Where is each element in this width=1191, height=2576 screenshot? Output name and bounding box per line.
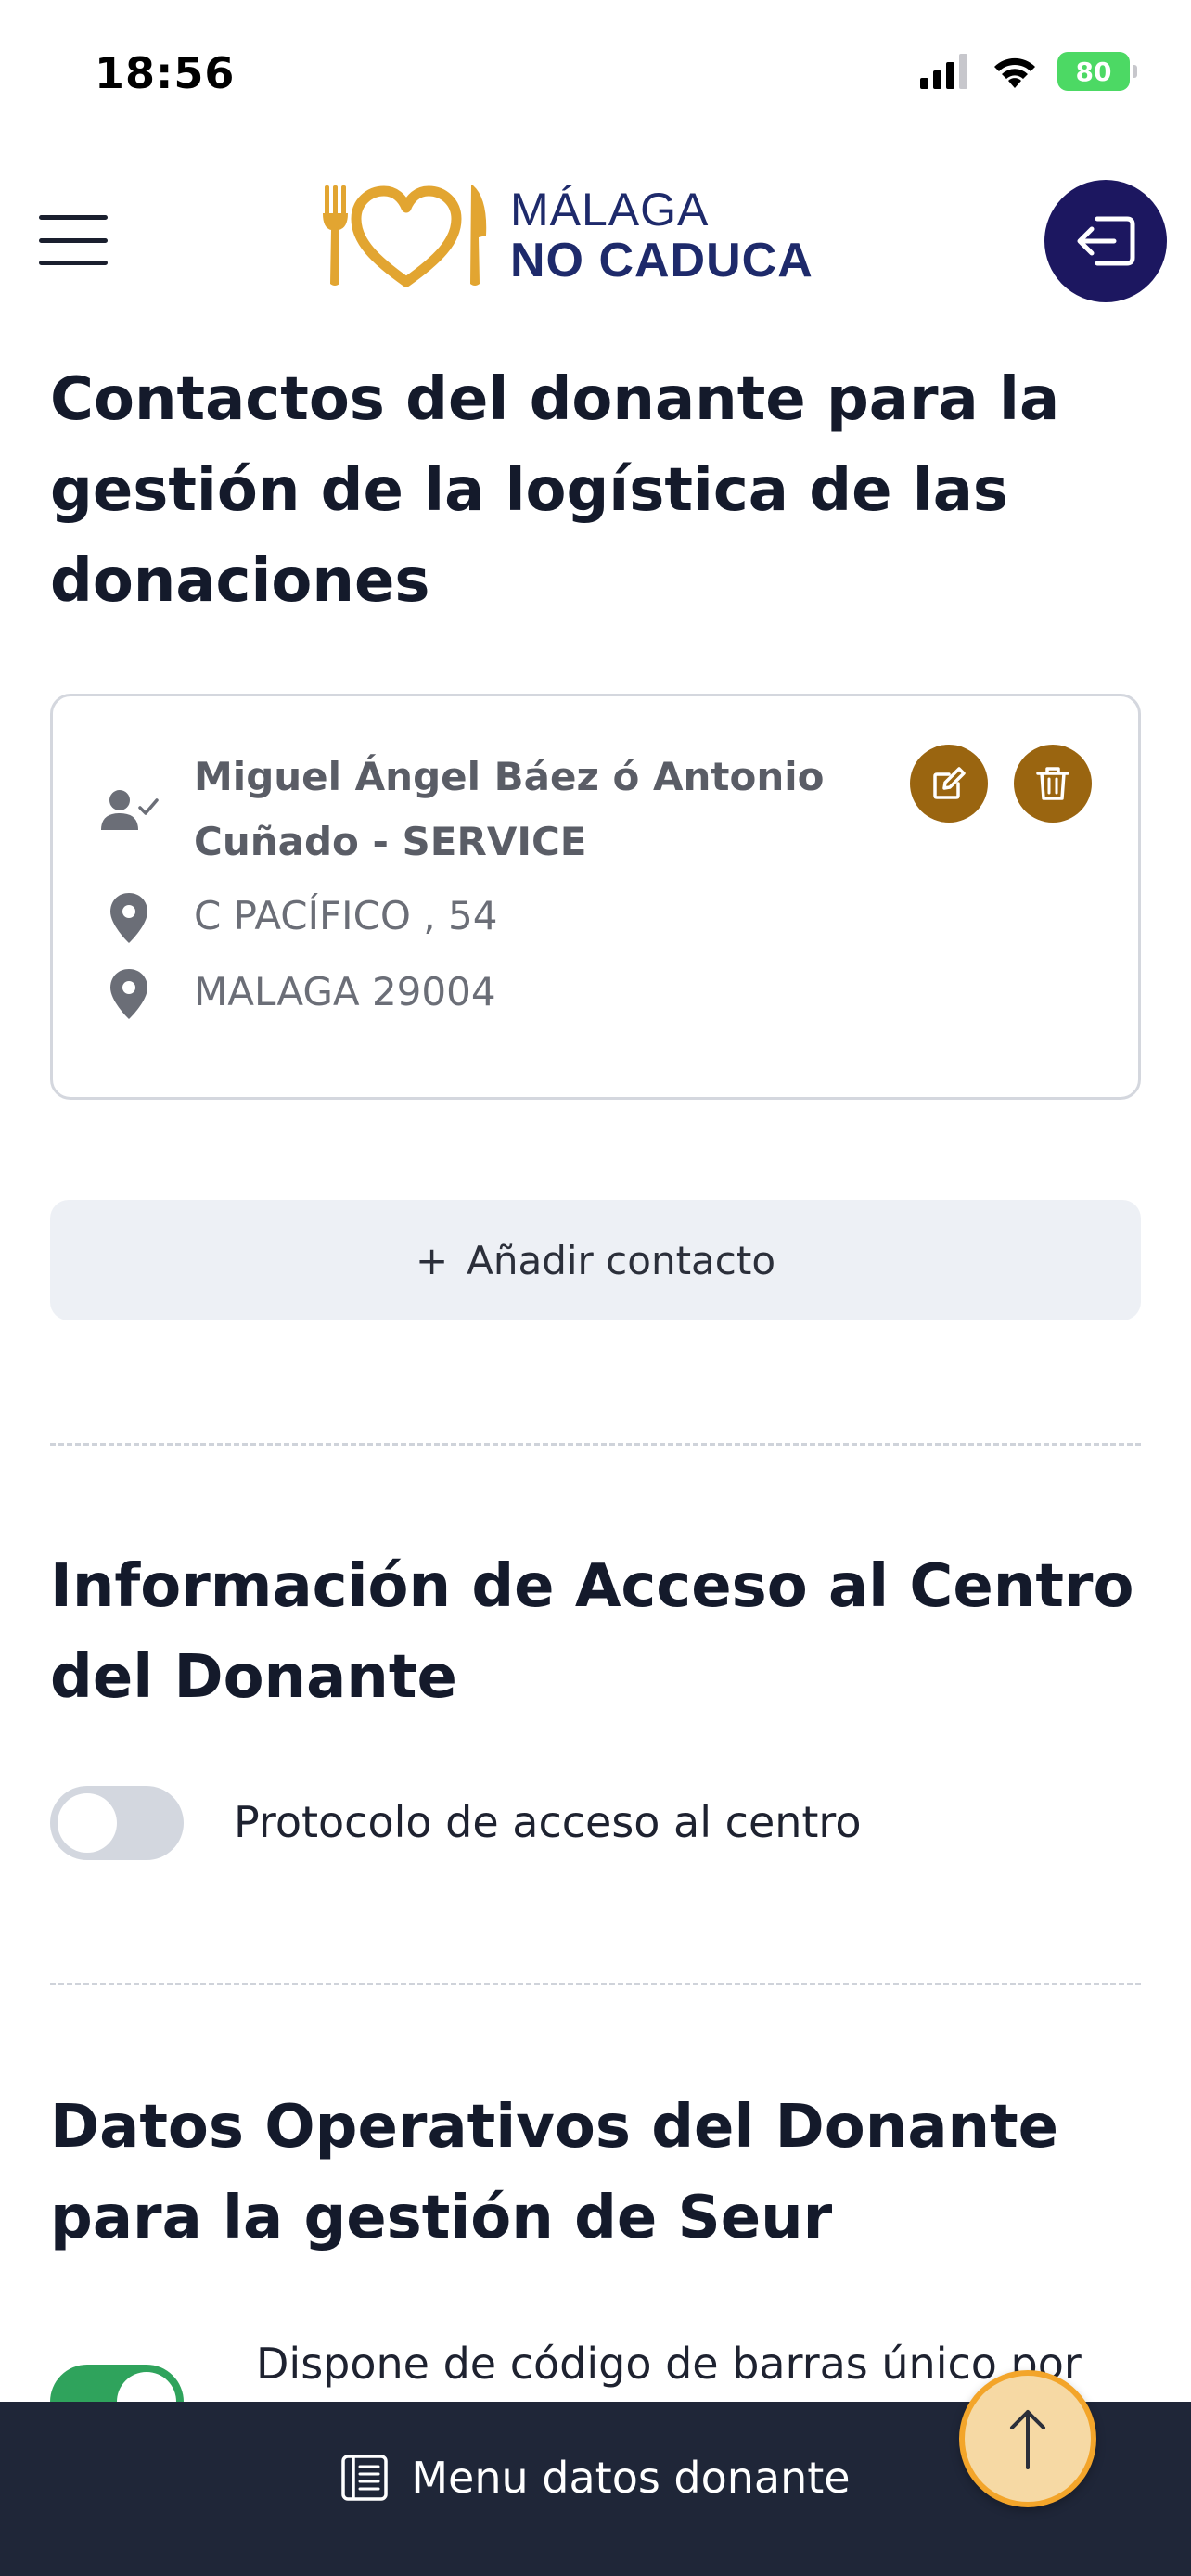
location-pin-icon [110,969,147,1019]
contact-address-line2: MALAGA 29004 [194,969,496,1014]
add-contact-label: Añadir contacto [467,1237,776,1283]
delete-contact-button[interactable] [1014,745,1092,823]
logo: MÁLAGA NO CADUCA [319,180,813,291]
edit-contact-button[interactable] [910,745,988,823]
logo-mark-icon [323,185,487,287]
plus-icon: + [415,1237,449,1283]
section-divider [50,1983,1141,1985]
status-icons: 80 [920,52,1137,91]
arrow-up-icon [1010,2410,1045,2469]
donor-data-menu-label: Menu datos donante [411,2453,851,2503]
user-check-icon [101,790,159,830]
barcode-label: Dispone de código de barras único por [256,2339,1082,2389]
signal-icon [920,54,967,89]
logo-line1: MÁLAGA [510,183,710,236]
list-document-icon [341,2455,389,2501]
logo-text: MÁLAGA NO CADUCA [510,185,813,287]
operational-section-title: Datos Operativos del Donante para la ges… [50,2093,1059,2252]
status-bar: 18:56 80 [0,0,1191,148]
contact-address-line1: C PACÍFICO , 54 [194,893,498,938]
app-header: MÁLAGA NO CADUCA [0,167,1191,315]
hamburger-menu-button[interactable] [39,215,108,265]
wifi-icon [994,57,1035,88]
contact-name: Miguel Ángel Báez ó Antonio Cuñado - SER… [194,754,825,864]
location-pin-icon [110,893,147,943]
logout-button[interactable] [1044,180,1167,302]
battery-level: 80 [1075,56,1112,87]
access-protocol-toggle[interactable] [50,1786,184,1860]
logout-icon [1077,216,1135,266]
logo-line2: NO CADUCA [510,233,813,287]
trash-icon [1036,767,1069,800]
edit-icon [933,767,966,799]
contact-card: Miguel Ángel Báez ó Antonio Cuñado - SER… [50,694,1141,1100]
access-section-title: Información de Acceso al Centro del Dona… [50,1552,1134,1712]
access-protocol-label: Protocolo de acceso al centro [234,1797,862,1847]
battery-icon: 80 [1057,52,1137,91]
section-divider [50,1443,1141,1446]
add-contact-button[interactable]: + Añadir contacto [50,1200,1141,1320]
scroll-to-top-button[interactable] [959,2370,1096,2507]
status-time: 18:56 [95,48,236,98]
contacts-section-title: Contactos del donante para la gestión de… [50,365,1060,616]
